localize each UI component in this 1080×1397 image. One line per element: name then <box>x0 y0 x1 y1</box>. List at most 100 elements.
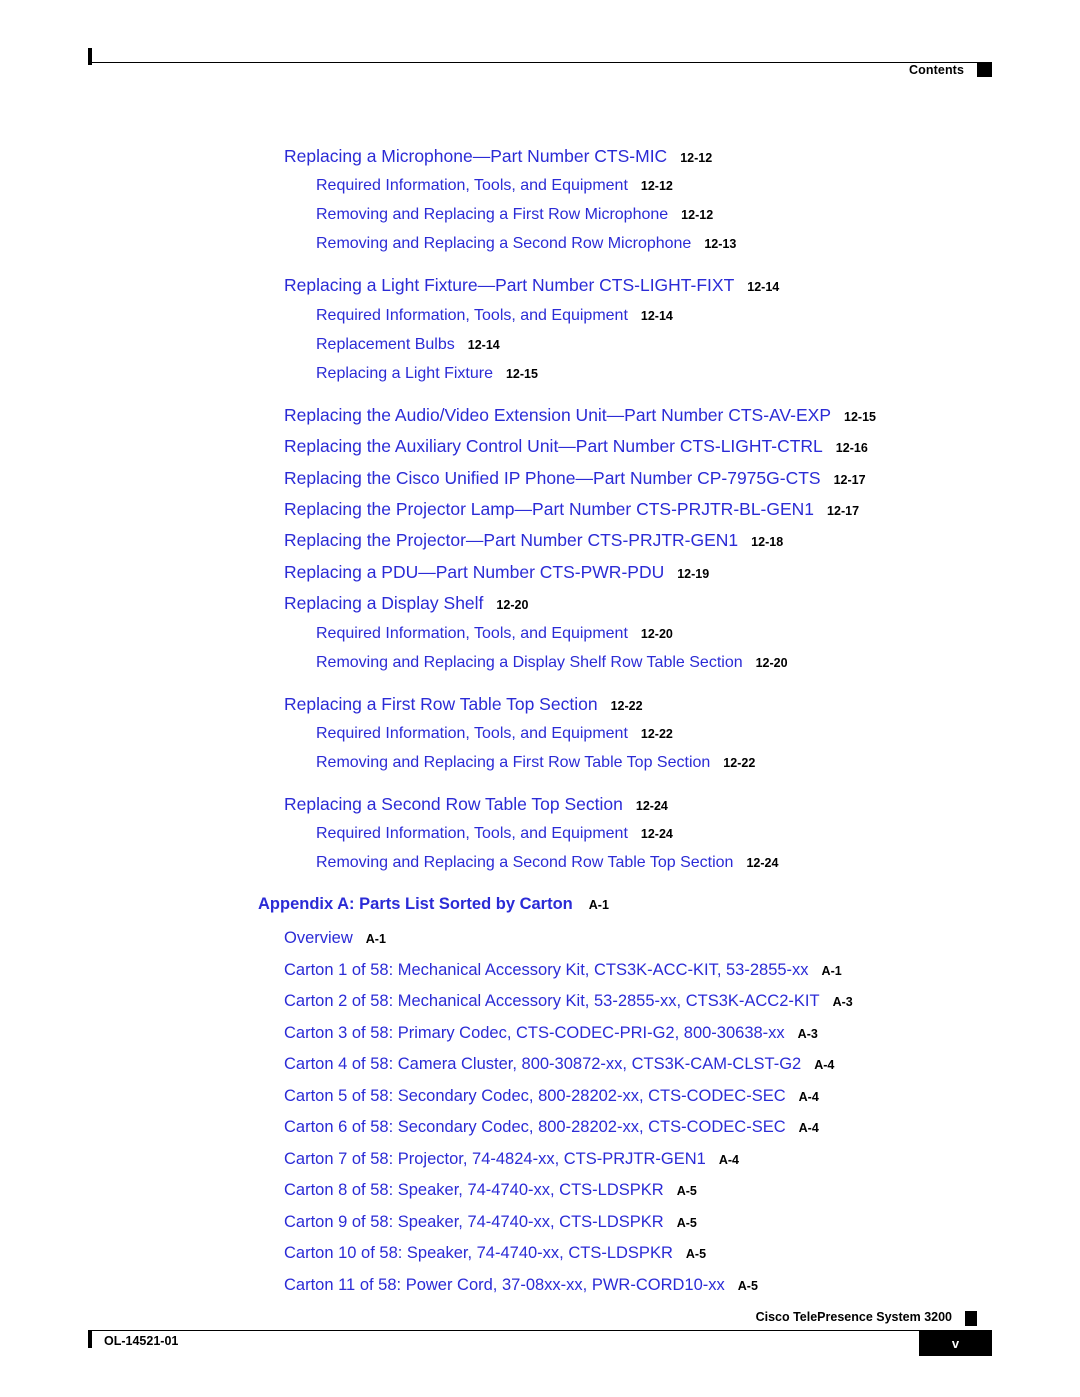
toc-entry-level2[interactable]: Required Information, Tools, and Equipme… <box>0 725 1080 754</box>
toc-entry-level2[interactable]: Removing and Replacing a First Row Table… <box>0 754 1080 783</box>
toc-entry-page-number: A-5 <box>676 1215 697 1230</box>
toc-entry-page-number: 12-24 <box>746 856 779 871</box>
toc-entry-title: Required Information, Tools, and Equipme… <box>316 306 628 324</box>
toc-entry-page-number: 12-17 <box>827 503 860 518</box>
toc-entry-page-number: A-4 <box>798 1121 819 1136</box>
toc-entry-page-number: A-3 <box>832 995 853 1010</box>
toc-entry-title: Replacing a Second Row Table Top Section <box>284 793 623 814</box>
toc-entry-page-number: A-4 <box>718 1152 739 1167</box>
header-square-icon <box>977 62 992 77</box>
toc-entry-title: Required Information, Tools, and Equipme… <box>316 624 628 642</box>
document-page: Contents Replacing a Microphone—Part Num… <box>0 0 1080 1397</box>
toc-entry-title: Required Information, Tools, and Equipme… <box>316 177 628 195</box>
toc-entry-title: Carton 6 of 58: Secondary Codec, 800-282… <box>284 1118 786 1137</box>
header-rule <box>88 62 992 63</box>
toc-entry-page-number: 12-24 <box>635 798 668 813</box>
toc-entry-title: Carton 2 of 58: Mechanical Accessory Kit… <box>284 992 820 1011</box>
toc-entry-title: Removing and Replacing a First Row Micro… <box>316 206 669 224</box>
toc-entry-page-number: 12-13 <box>704 237 737 252</box>
toc-entry-level2[interactable]: Required Information, Tools, and Equipme… <box>0 177 1080 206</box>
toc-entry-page-number: A-1 <box>365 932 386 947</box>
toc-entry-page-number: 12-20 <box>640 626 673 641</box>
toc-entry-page-number: 12-19 <box>677 566 710 581</box>
page-number-badge: v <box>919 1331 992 1356</box>
toc-entry-page-number: A-3 <box>797 1026 818 1041</box>
toc-entry-page-number: 12-12 <box>640 179 673 194</box>
toc-entry-page-number: 12-20 <box>755 655 788 670</box>
toc-entry-page-number: 12-22 <box>723 755 756 770</box>
toc-entry-page-number: 12-18 <box>751 535 784 550</box>
toc-entry-level1[interactable]: Replacing the Cisco Unified IP Phone—Par… <box>0 468 1080 499</box>
toc-entry-level2[interactable]: Removing and Replacing a Display Shelf R… <box>0 654 1080 683</box>
toc-entry-page-number: 12-14 <box>747 280 780 295</box>
toc-entry-level1[interactable]: Replacing the Auxiliary Control Unit—Par… <box>0 436 1080 467</box>
toc-entry-page-number: 12-24 <box>640 827 673 842</box>
toc-entry-title: Replacing a Microphone—Part Number CTS-M… <box>284 146 668 166</box>
toc-group-spacer <box>0 394 1080 405</box>
footer-rule <box>88 1330 992 1331</box>
toc-entry-page-number: A-5 <box>676 1184 697 1199</box>
toc-entry-level1[interactable]: Replacing the Audio/Video Extension Unit… <box>0 405 1080 436</box>
table-of-contents: Replacing a Microphone—Part Number CTS-M… <box>0 146 1080 1307</box>
toc-entry-page-number: 12-22 <box>640 726 673 741</box>
toc-entry-title: Removing and Replacing a Second Row Tabl… <box>316 854 734 872</box>
toc-entry-appendix-item[interactable]: Carton 11 of 58: Power Cord, 37-08xx-xx,… <box>0 1276 1080 1308</box>
toc-entry-title: Replacing a Display Shelf <box>284 593 484 614</box>
toc-entry-level1[interactable]: Replacing the Projector—Part Number CTS-… <box>0 530 1080 561</box>
toc-entry-title: Carton 4 of 58: Camera Cluster, 800-3087… <box>284 1055 802 1074</box>
toc-entry-level2[interactable]: Removing and Replacing a Second Row Tabl… <box>0 854 1080 883</box>
toc-appendix-page-number: A-1 <box>588 898 609 913</box>
toc-entry-appendix-item[interactable]: Carton 6 of 58: Secondary Codec, 800-282… <box>0 1118 1080 1150</box>
toc-entry-page-number: 12-12 <box>681 208 714 223</box>
page-header: Contents <box>88 44 992 84</box>
toc-entry-level2[interactable]: Required Information, Tools, and Equipme… <box>0 625 1080 654</box>
toc-group-spacer <box>0 683 1080 694</box>
toc-entry-appendix-item[interactable]: Carton 8 of 58: Speaker, 74-4740-xx, CTS… <box>0 1181 1080 1213</box>
toc-entry-title: Removing and Replacing a Display Shelf R… <box>316 653 743 671</box>
toc-entry-title: Carton 11 of 58: Power Cord, 37-08xx-xx,… <box>284 1275 725 1294</box>
toc-entry-level1[interactable]: Replacing the Projector Lamp—Part Number… <box>0 499 1080 530</box>
toc-entry-level2[interactable]: Removing and Replacing a Second Row Micr… <box>0 235 1080 264</box>
toc-entry-title: Replacing the Projector—Part Number CTS-… <box>284 530 739 551</box>
toc-entry-appendix-item[interactable]: Carton 2 of 58: Mechanical Accessory Kit… <box>0 992 1080 1024</box>
toc-entry-title: Replacing the Audio/Video Extension Unit… <box>284 404 831 425</box>
toc-entry-level1[interactable]: Replacing a First Row Table Top Section 1… <box>0 694 1080 725</box>
toc-entry-level2[interactable]: Removing and Replacing a First Row Micro… <box>0 206 1080 235</box>
toc-entry-page-number: A-1 <box>821 963 842 978</box>
toc-entry-title: Replacing a First Row Table Top Section <box>284 693 598 714</box>
toc-entry-page-number: A-4 <box>798 1089 819 1104</box>
toc-entry-page-number: 12-15 <box>844 409 876 424</box>
toc-entry-appendix-item[interactable]: Carton 10 of 58: Speaker, 74-4740-xx, CT… <box>0 1244 1080 1276</box>
toc-entry-page-number: 12-22 <box>610 698 643 713</box>
toc-entry-appendix-item[interactable]: Carton 1 of 58: Mechanical Accessory Kit… <box>0 961 1080 993</box>
toc-entry-title: Replacing the Cisco Unified IP Phone—Par… <box>284 467 821 488</box>
toc-entry-level2[interactable]: Required Information, Tools, and Equipme… <box>0 307 1080 336</box>
toc-entry-page-number: A-4 <box>814 1058 835 1073</box>
toc-entry-appendix-item[interactable]: Carton 4 of 58: Camera Cluster, 800-3087… <box>0 1055 1080 1087</box>
toc-entry-appendix-item[interactable]: Carton 5 of 58: Secondary Codec, 800-282… <box>0 1087 1080 1119</box>
toc-entry-level1[interactable]: Replacing a Microphone—Part Number CTS-M… <box>0 146 1080 177</box>
toc-entry-level2[interactable]: Replacing a Light Fixture 12-15 <box>0 365 1080 394</box>
toc-entry-level1[interactable]: Replacing a Display Shelf 12-20 <box>0 593 1080 624</box>
toc-entry-level1[interactable]: Replacing a PDU—Part Number CTS-PWR-PDU 1… <box>0 562 1080 593</box>
toc-entry-level1[interactable]: Replacing a Light Fixture—Part Number CT… <box>0 275 1080 306</box>
toc-entry-title: Replacing the Auxiliary Control Unit—Par… <box>284 436 823 457</box>
toc-entry-page-number: 12-20 <box>496 598 529 613</box>
toc-appendix-heading[interactable]: Appendix A: Parts List Sorted by Carton A… <box>0 895 1080 929</box>
footer-square-icon <box>965 1311 977 1326</box>
toc-entry-appendix-item[interactable]: Carton 7 of 58: Projector, 74-4824-xx, C… <box>0 1150 1080 1182</box>
footer-tick-mark <box>88 1331 92 1348</box>
toc-entry-title: Overview <box>284 929 353 948</box>
toc-entry-level2[interactable]: Required Information, Tools, and Equipme… <box>0 825 1080 854</box>
toc-entry-title: Replacing a Light Fixture—Part Number CT… <box>284 275 735 296</box>
toc-entry-title: Carton 8 of 58: Speaker, 74-4740-xx, CTS… <box>284 1181 664 1200</box>
toc-entry-appendix-item[interactable]: Carton 9 of 58: Speaker, 74-4740-xx, CTS… <box>0 1213 1080 1245</box>
toc-entry-page-number: A-5 <box>737 1278 758 1293</box>
toc-entry-title: Required Information, Tools, and Equipme… <box>316 825 628 843</box>
toc-entry-appendix-item[interactable]: Carton 3 of 58: Primary Codec, CTS-CODEC… <box>0 1024 1080 1056</box>
toc-entry-level2[interactable]: Replacement Bulbs 12-14 <box>0 336 1080 365</box>
toc-entry-level1[interactable]: Replacing a Second Row Table Top Section… <box>0 794 1080 825</box>
toc-entry-appendix-item[interactable]: Overview A-1 <box>0 929 1080 961</box>
toc-entry-title: Carton 3 of 58: Primary Codec, CTS-CODEC… <box>284 1023 785 1042</box>
toc-entry-page-number: A-5 <box>685 1247 707 1262</box>
